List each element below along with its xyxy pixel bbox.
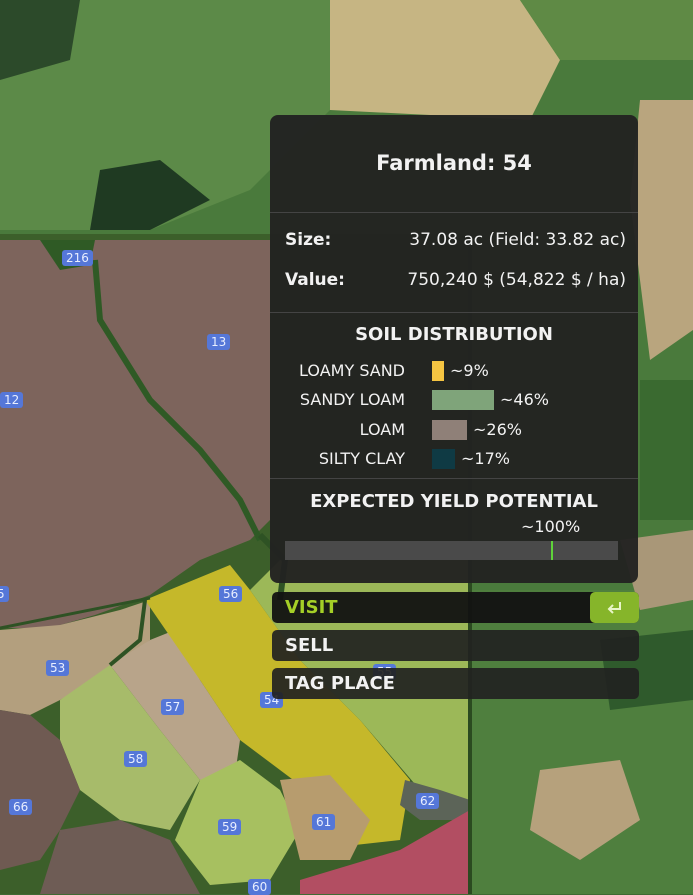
field-number-label[interactable]: 62	[416, 793, 440, 809]
field-number-label[interactable]: 56	[219, 586, 243, 602]
yield-potential-marker	[551, 541, 553, 560]
field-number-label[interactable]: 5	[0, 586, 9, 602]
sell-button[interactable]: SELL	[272, 630, 639, 661]
field-number-label[interactable]: 61	[312, 814, 336, 830]
soil-share-bar	[432, 390, 494, 410]
divider	[270, 212, 638, 213]
soil-percent: ~9%	[450, 361, 489, 380]
yield-potential-title: EXPECTED YIELD POTENTIAL	[310, 491, 598, 512]
enter-arrow-icon	[607, 601, 621, 614]
field-number-label[interactable]: 60	[248, 879, 272, 895]
soil-type-label: SILTY CLAY	[318, 449, 405, 468]
visit-button[interactable]: VISIT	[272, 592, 639, 623]
sell-label: SELL	[285, 635, 334, 656]
soil-row: SILTY CLAY ~17%	[270, 448, 638, 470]
divider	[270, 478, 638, 479]
soil-row: LOAMY SAND ~9%	[270, 360, 638, 382]
soil-percent: ~26%	[473, 420, 522, 439]
value-label: Value:	[285, 270, 345, 290]
soil-share-bar	[432, 449, 455, 469]
soil-percent: ~46%	[500, 390, 549, 409]
field-number-label[interactable]: 66	[9, 799, 33, 815]
tag-place-label: TAG PLACE	[285, 673, 395, 694]
field-number-label[interactable]: 12	[0, 392, 24, 408]
visit-label: VISIT	[285, 597, 338, 618]
field-number-label[interactable]: 216	[62, 250, 93, 266]
soil-row: SANDY LOAM ~46%	[270, 389, 638, 411]
enter-key-icon[interactable]	[590, 592, 639, 623]
field-number-label[interactable]: 53	[46, 660, 70, 676]
value-value: 750,240 $ (54,822 $ / ha)	[407, 270, 626, 290]
divider	[270, 312, 638, 313]
size-value: 37.08 ac (Field: 33.82 ac)	[409, 230, 626, 250]
field-number-label[interactable]: 58	[124, 751, 148, 767]
soil-type-label: LOAMY SAND	[299, 361, 405, 380]
soil-distribution-title: SOIL DISTRIBUTION	[355, 324, 553, 345]
soil-percent: ~17%	[461, 449, 510, 468]
field-number-label[interactable]: 59	[218, 819, 242, 835]
soil-type-label: LOAM	[359, 420, 405, 439]
field-number-label[interactable]: 13	[207, 334, 231, 350]
panel-title: Farmland: 54	[376, 151, 532, 175]
soil-type-label: SANDY LOAM	[299, 390, 405, 409]
soil-share-bar	[432, 361, 444, 381]
farmland-info-panel: Farmland: 54 Size: 37.08 ac (Field: 33.8…	[270, 115, 638, 583]
field-number-label[interactable]: 57	[161, 699, 185, 715]
soil-share-bar	[432, 420, 467, 440]
soil-row: LOAM ~26%	[270, 419, 638, 441]
size-label: Size:	[285, 230, 332, 250]
yield-potential-bar	[285, 541, 618, 560]
tag-place-button[interactable]: TAG PLACE	[272, 668, 639, 699]
yield-potential-value: ~100%	[521, 517, 581, 536]
